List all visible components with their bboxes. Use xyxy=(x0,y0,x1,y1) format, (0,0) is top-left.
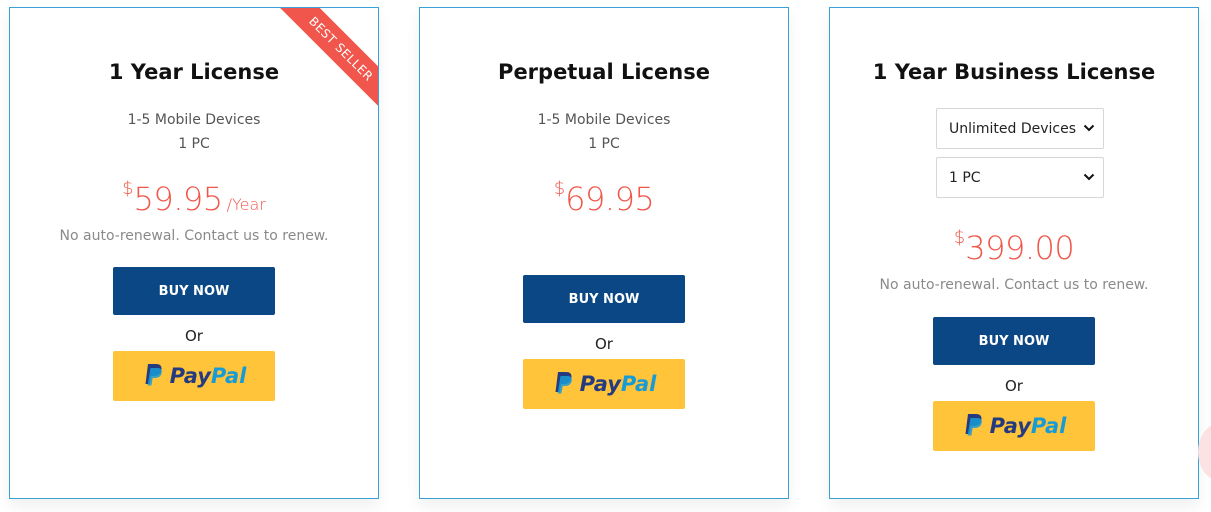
buy-now-button[interactable]: BUY NOW xyxy=(933,317,1095,365)
paypal-button[interactable]: PayPal xyxy=(523,359,685,409)
feature-pc: 1 PC xyxy=(588,136,620,152)
price-period: /Year xyxy=(226,195,266,214)
chevron-down-icon xyxy=(1083,124,1095,132)
paypal-wordmark: PayPal xyxy=(579,372,657,396)
renewal-note: No auto-renewal. Contact us to renew. xyxy=(59,228,329,244)
pc-select-value: 1 PC xyxy=(949,169,981,186)
devices-select[interactable]: Unlimited Devices xyxy=(936,108,1104,149)
pricing-card-business: 1 Year Business License Unlimited Device… xyxy=(829,7,1199,499)
or-label: Or xyxy=(1005,377,1023,395)
feature-mobile-devices: 1-5 Mobile Devices xyxy=(127,112,261,128)
or-label: Or xyxy=(595,335,613,353)
pricing-card-1-year: BEST SELLER 1 Year License 1-5 Mobile De… xyxy=(9,7,379,499)
currency-symbol: $ xyxy=(953,227,966,248)
currency-symbol: $ xyxy=(122,178,134,199)
price-amount: 69.95 xyxy=(565,180,655,218)
price: $59.95/Year xyxy=(10,178,378,218)
paypal-button[interactable]: PayPal xyxy=(933,401,1095,451)
chat-widget-edge[interactable] xyxy=(1198,424,1211,480)
pc-select[interactable]: 1 PC xyxy=(936,157,1104,198)
card-title: 1 Year Business License xyxy=(872,60,1156,84)
paypal-logo-icon xyxy=(965,414,982,436)
paypal-logo-icon xyxy=(145,364,162,386)
buy-now-button[interactable]: BUY NOW xyxy=(113,267,275,315)
or-label: Or xyxy=(185,327,203,345)
pricing-card-perpetual: Perpetual License 1-5 Mobile Devices 1 P… xyxy=(419,7,789,499)
card-title: 1 Year License xyxy=(108,60,280,84)
paypal-button[interactable]: PayPal xyxy=(113,351,275,401)
renewal-note: No auto-renewal. Contact us to renew. xyxy=(879,277,1149,293)
buy-now-button[interactable]: BUY NOW xyxy=(523,275,685,323)
feature-pc: 1 PC xyxy=(178,136,210,152)
feature-mobile-devices: 1-5 Mobile Devices xyxy=(537,112,671,128)
price: $69.95 xyxy=(420,178,788,218)
price: $399.00 xyxy=(830,227,1198,267)
chevron-down-icon xyxy=(1083,173,1095,181)
price-amount: 399.00 xyxy=(965,229,1075,267)
price-amount: 59.95 xyxy=(133,180,224,218)
devices-select-value: Unlimited Devices xyxy=(949,120,1077,137)
currency-symbol: $ xyxy=(553,178,566,199)
paypal-wordmark: PayPal xyxy=(169,364,247,388)
paypal-wordmark: PayPal xyxy=(989,414,1067,438)
card-title: Perpetual License xyxy=(498,60,710,84)
paypal-logo-icon xyxy=(555,372,572,394)
